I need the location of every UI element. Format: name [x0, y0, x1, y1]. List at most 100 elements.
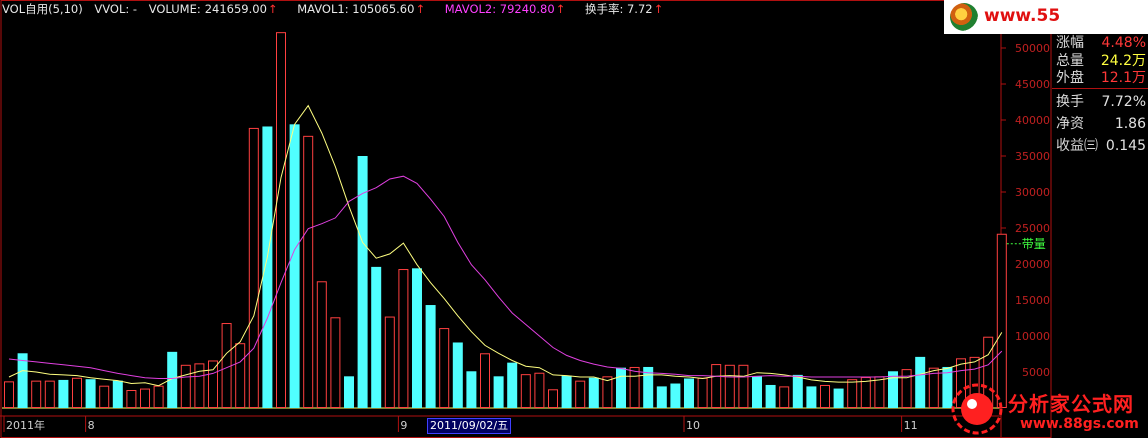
volume-bar-up	[548, 389, 558, 408]
volume-bar-up	[724, 364, 735, 408]
volume-bar-down	[452, 342, 463, 408]
volume-bar-up	[31, 380, 42, 409]
volume-bar-down	[412, 268, 422, 408]
site-logo-bar[interactable]: www.55	[944, 0, 1148, 34]
x-month-label: 11	[904, 419, 918, 432]
turnover-label: 换手率:	[584, 2, 624, 16]
volume-bar-down	[493, 376, 504, 408]
volume-bar-up	[711, 364, 722, 408]
volume-bar-up	[779, 386, 790, 408]
quote-row: 收益㈢ 0.145	[1056, 136, 1146, 156]
y-tick-label: 10000	[1015, 330, 1050, 343]
x-month-label: 9	[400, 419, 407, 432]
volume-bar-down	[765, 384, 776, 408]
volume-bar-down	[616, 367, 626, 408]
volume-bar-down	[588, 377, 599, 408]
volume-bar-down	[58, 379, 69, 408]
volume-bar-down	[17, 353, 28, 408]
volume-bar-up	[820, 384, 830, 408]
volume-bar-up	[602, 376, 613, 409]
quote-value: 1.86	[1114, 116, 1146, 132]
volume-bar-up	[276, 32, 286, 408]
volume-bar-up	[221, 323, 232, 409]
panel-divider	[1052, 88, 1148, 89]
volume-bar-down	[684, 378, 694, 408]
indicator-header: VOL自用(5,10) VVOL: - VOLUME: 241659.00↑ MA…	[2, 1, 679, 17]
volume-bar-down	[915, 356, 926, 408]
volume-bar-down	[425, 305, 436, 408]
volume-value: 241659.00	[204, 2, 267, 16]
mavol1-label: MAVOL1:	[297, 2, 349, 16]
volume-bar-up	[194, 363, 205, 408]
y-tick-label: 35000	[1015, 150, 1050, 163]
logo-text: www.55	[984, 6, 1061, 26]
quote-panel: 现价7.00涨跌0.30涨幅4.48%总量24.2万外盘12.1万换手7.72%…	[1052, 0, 1148, 438]
quote-label: 外盘	[1056, 70, 1084, 86]
volume-bar-up	[153, 385, 164, 408]
quote-value: 0.145	[1105, 138, 1146, 154]
volume-bar-down	[806, 386, 817, 408]
y-tick-label: 20000	[1015, 258, 1050, 271]
volume-bar-down	[656, 386, 667, 408]
volume-bar-down	[670, 383, 681, 408]
mavol2-line	[8, 175, 1003, 379]
volume-bar-up	[901, 369, 912, 408]
y-tick-label: 15000	[1015, 294, 1050, 307]
volume-bar-down	[289, 124, 300, 408]
volume-bar-down	[85, 379, 96, 408]
volume-bar-up	[398, 269, 409, 409]
volume-bar-up	[235, 343, 246, 409]
mavol2-label: MAVOL2:	[444, 2, 497, 16]
volume-chart: 5000 10000 15000 20000 25000 30000 35000 40000 4…	[0, 0, 1052, 438]
up-arrow-icon: ↑	[653, 2, 664, 16]
mavol2-readout: MAVOL2: 79240.80↑	[445, 2, 574, 16]
mavol2-value: 79240.80	[499, 2, 555, 16]
volume-bar-up	[629, 366, 640, 408]
volume-bar-down	[833, 388, 844, 408]
y-tick-label: 50000	[1015, 42, 1050, 55]
volume-bar-up	[72, 377, 82, 409]
up-arrow-icon: ↑	[415, 2, 426, 16]
quote-label: 收益㈢	[1056, 138, 1098, 154]
volume-bar-up	[180, 364, 191, 408]
volume-bar-down	[112, 380, 123, 408]
y-tick-label: 40000	[1015, 114, 1050, 127]
brand-watermark: 分析家公式网 www.88gs.com	[944, 380, 1148, 438]
volume-bar-up	[439, 328, 450, 408]
y-tick-label: 25000	[1015, 222, 1050, 235]
volume-bar-up	[44, 380, 55, 409]
brand-name: 分析家公式网	[1008, 392, 1134, 416]
quote-value: 7.72%	[1101, 94, 1146, 110]
up-arrow-icon: ↑	[267, 2, 278, 16]
volume-bar-down	[507, 362, 518, 408]
quote-row: 净资 1.86	[1056, 114, 1146, 134]
mavol1-value: 105065.60	[352, 2, 415, 16]
x-month-label: 8	[88, 419, 95, 432]
volume-bar-up	[384, 316, 395, 408]
brand-logo-icon	[951, 383, 1003, 435]
quote-label: 净资	[1056, 116, 1084, 132]
quote-row: 换手 7.72%	[1056, 92, 1146, 112]
volume-bar-up	[4, 381, 14, 408]
volume-bar-up	[697, 377, 708, 409]
volume-bar-down	[344, 376, 354, 408]
y-tick-label: 30000	[1015, 186, 1050, 199]
volume-bar-up	[738, 364, 749, 408]
volume-bar-up	[534, 372, 545, 408]
volume-chart-svg: 5000 10000 15000 20000 25000 30000 35000 40000 4…	[0, 0, 1052, 438]
volume-bar-up	[330, 317, 341, 408]
volume-readout: VOLUME: 241659.00↑	[149, 2, 286, 16]
x-month-label: 10	[686, 419, 700, 432]
y-tick-label: 5000	[1022, 366, 1050, 379]
volume-bar-down	[561, 375, 572, 408]
indicator-name[interactable]: VOL自用(5,10)	[2, 2, 83, 16]
volume-bar-up	[303, 135, 314, 408]
vvol-label: VVOL: -	[94, 2, 138, 16]
volume-bar-up	[208, 360, 218, 409]
mavol1-readout: MAVOL1: 105065.60↑	[297, 2, 433, 16]
volume-bar-up	[126, 390, 137, 408]
logo-icon	[950, 3, 978, 31]
quote-row: 外盘 12.1万	[1056, 68, 1146, 88]
turnover-value: 7.72	[626, 2, 653, 16]
quote-label: 换手	[1056, 94, 1084, 110]
